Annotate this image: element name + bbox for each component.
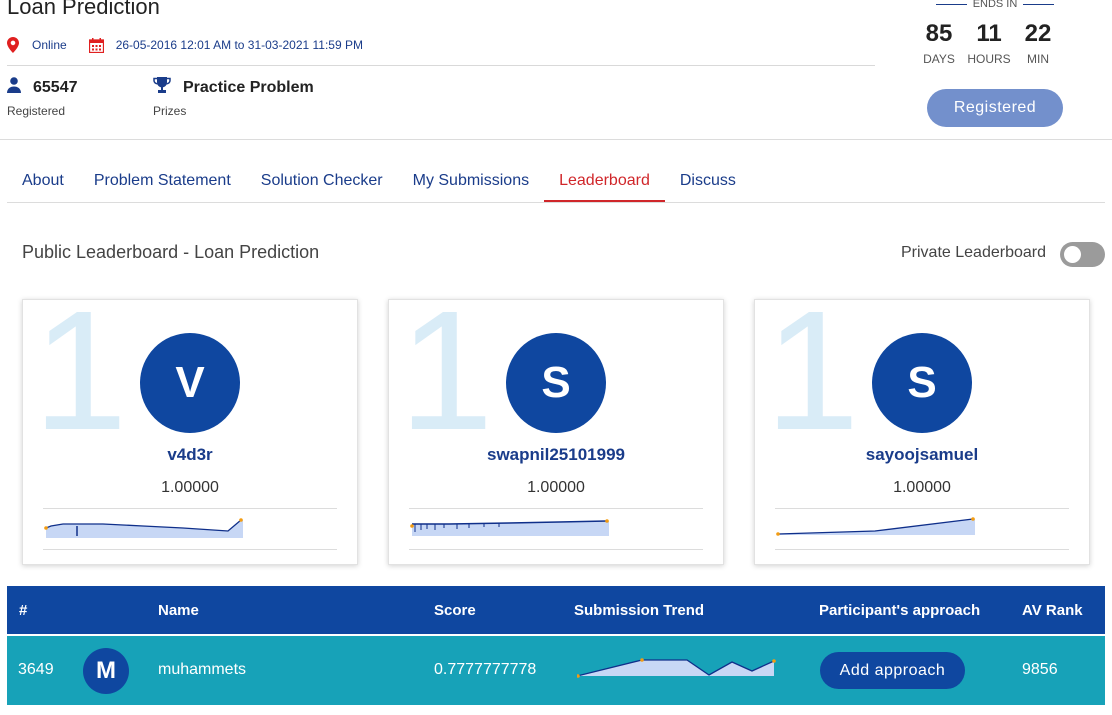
ends-in-label: ENDS IN bbox=[930, 0, 1060, 10]
card-username[interactable]: sayoojsamuel bbox=[755, 445, 1089, 465]
tab-about[interactable]: About bbox=[7, 160, 79, 202]
header-bottom-divider bbox=[0, 139, 1112, 140]
countdown-minutes: 22 MIN bbox=[1024, 20, 1052, 66]
user-icon bbox=[7, 77, 21, 98]
tab-discuss[interactable]: Discuss bbox=[665, 160, 751, 202]
toggle-knob bbox=[1064, 246, 1081, 263]
avatar[interactable]: M bbox=[83, 648, 129, 694]
submission-trend-sparkline bbox=[410, 519, 609, 536]
col-av-rank: AV Rank bbox=[1022, 602, 1083, 619]
submission-trend-sparkline bbox=[44, 518, 243, 538]
card-score: 1.00000 bbox=[161, 479, 219, 496]
header-divider bbox=[7, 65, 875, 66]
card-username[interactable]: swapnil25101999 bbox=[389, 445, 723, 465]
card-score: 1.00000 bbox=[893, 479, 951, 496]
row-name[interactable]: muhammets bbox=[158, 661, 246, 679]
leaderboard-title: Public Leaderboard - Loan Prediction bbox=[22, 242, 320, 262]
registered-button[interactable]: Registered bbox=[927, 89, 1063, 127]
table-row: 3649 M muhammets 0.7777777778 Add approa… bbox=[7, 636, 1105, 705]
rank-watermark: 1 bbox=[765, 299, 860, 466]
leaderboard-table-header: # Name Score Submission Trend Participan… bbox=[7, 586, 1105, 634]
rank-watermark: 1 bbox=[33, 299, 128, 466]
prizes-stat: Practice Problem Prizes bbox=[153, 77, 314, 118]
col-score: Score bbox=[434, 602, 476, 619]
prizes-label: Prizes bbox=[153, 104, 187, 118]
location-pin-icon bbox=[7, 37, 19, 53]
top-card: 1 V v4d3r 1.00000 bbox=[22, 299, 358, 565]
add-approach-button[interactable]: Add approach bbox=[820, 652, 965, 689]
tab-leaderboard[interactable]: Leaderboard bbox=[544, 160, 665, 202]
submission-trend-sparkline bbox=[776, 517, 975, 536]
countdown-days: 85 DAYS bbox=[923, 20, 955, 66]
page-title: Loan Prediction bbox=[7, 0, 160, 19]
row-rank: 3649 bbox=[18, 661, 54, 678]
rank-watermark: 1 bbox=[399, 299, 494, 466]
avatar[interactable]: S bbox=[872, 333, 972, 433]
top-card: 1 S swapnil25101999 1.00000 bbox=[388, 299, 724, 565]
avatar[interactable]: S bbox=[506, 333, 606, 433]
private-leaderboard-toggle[interactable] bbox=[1060, 242, 1105, 267]
row-score: 0.7777777778 bbox=[434, 661, 537, 678]
event-meta: Online 26-05-2016 12:01 AM to 31-03-2021… bbox=[7, 37, 363, 53]
trophy-icon bbox=[153, 77, 171, 98]
col-rank: # bbox=[19, 602, 28, 619]
registered-count: 65547 bbox=[33, 78, 78, 96]
submission-trend-sparkline bbox=[577, 658, 776, 678]
registered-label: Registered bbox=[7, 104, 66, 118]
top-card: 1 S sayoojsamuel 1.00000 bbox=[754, 299, 1090, 565]
col-submission-trend: Submission Trend bbox=[574, 602, 705, 619]
calendar-icon bbox=[88, 37, 104, 53]
card-score: 1.00000 bbox=[527, 479, 585, 496]
tab-problem-statement[interactable]: Problem Statement bbox=[79, 160, 246, 202]
avatar[interactable]: V bbox=[140, 333, 240, 433]
registered-stat: 65547 Registered bbox=[7, 77, 78, 118]
countdown-hours: 11 HOURS bbox=[967, 20, 1011, 66]
prize-text: Practice Problem bbox=[183, 78, 314, 96]
tab-my-submissions[interactable]: My Submissions bbox=[398, 160, 544, 202]
event-dates: 26-05-2016 12:01 AM to 31-03-2021 11:59 … bbox=[115, 38, 363, 52]
event-mode: Online bbox=[32, 38, 67, 52]
col-name: Name bbox=[158, 602, 199, 619]
tab-solution-checker[interactable]: Solution Checker bbox=[246, 160, 398, 202]
row-av-rank: 9856 bbox=[1022, 661, 1058, 678]
tab-bar: About Problem Statement Solution Checker… bbox=[7, 160, 1105, 203]
private-leaderboard-label: Private Leaderboard bbox=[901, 244, 1046, 261]
card-username[interactable]: v4d3r bbox=[23, 445, 357, 465]
col-participant-approach: Participant's approach bbox=[819, 602, 981, 619]
